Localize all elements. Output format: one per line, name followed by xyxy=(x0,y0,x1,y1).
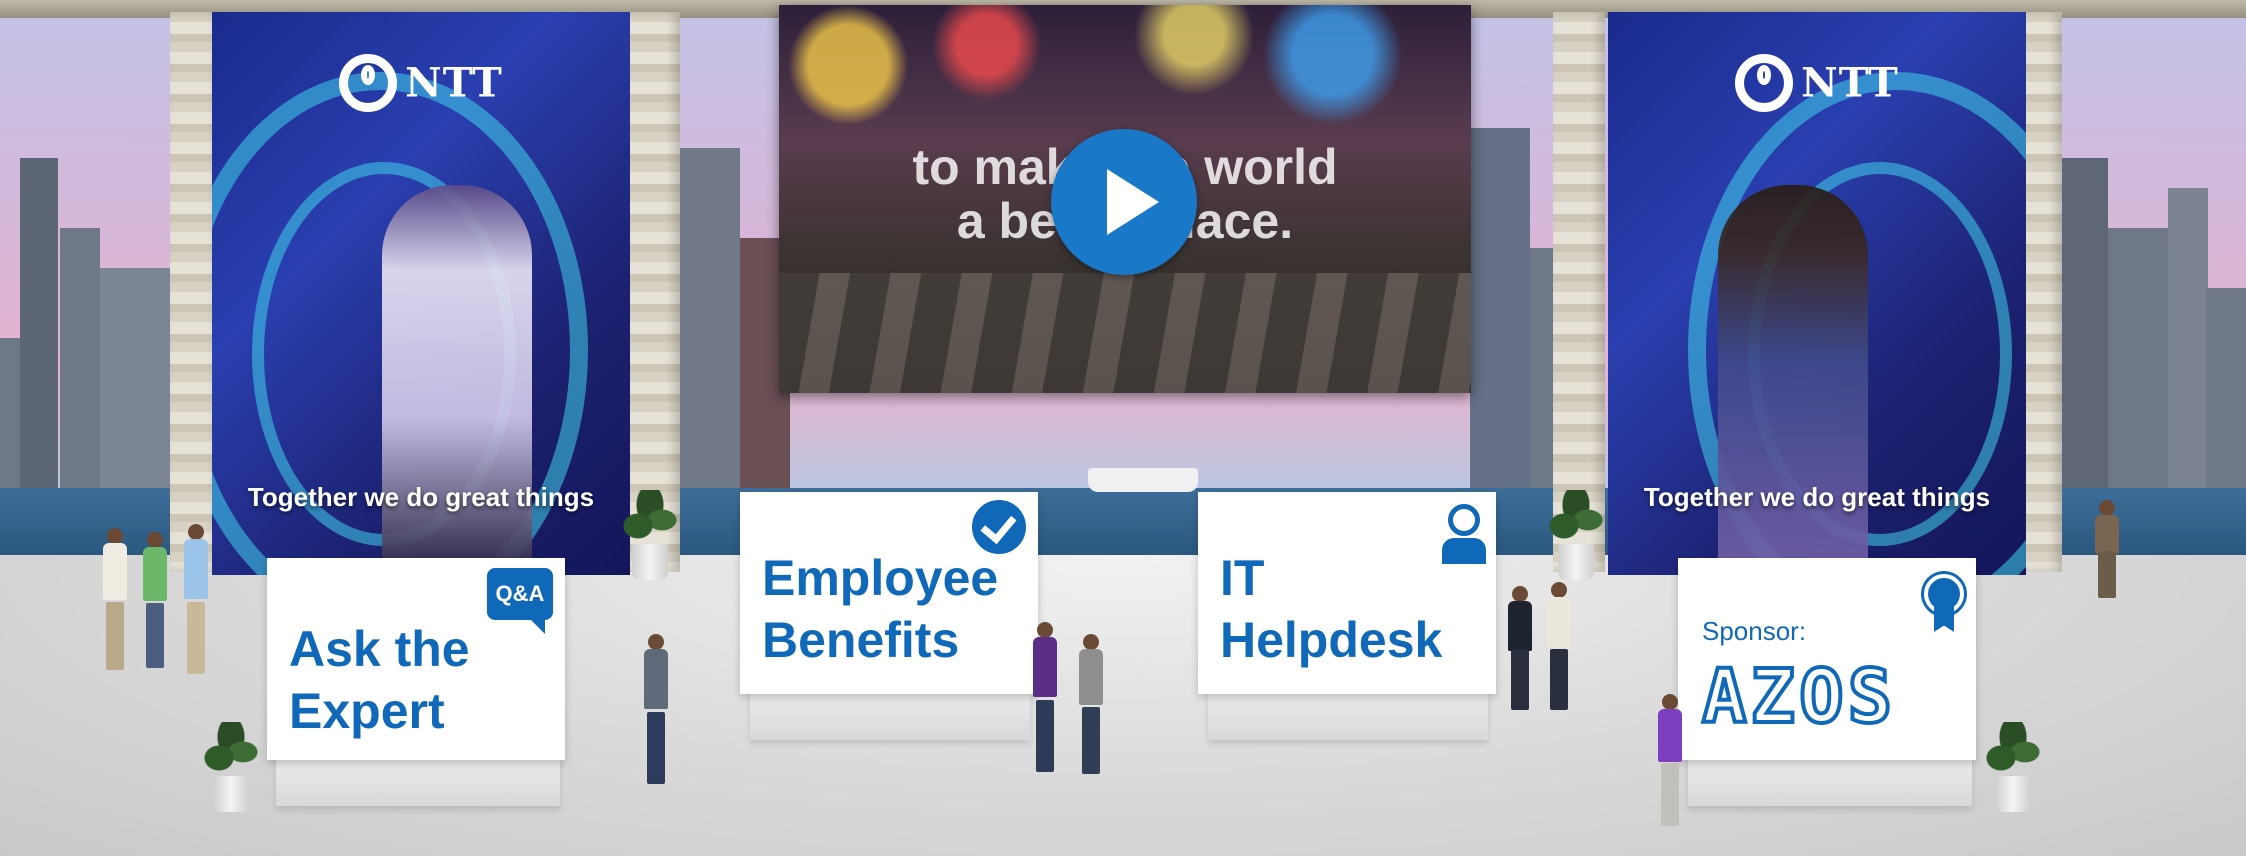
building xyxy=(2206,288,2246,488)
video-street xyxy=(779,273,1471,393)
sign-label-line: Helpdesk xyxy=(1220,612,1443,668)
it-helpdesk-label: IT Helpdesk xyxy=(1220,547,1442,671)
azos-logo: AZOS xyxy=(1700,652,1897,742)
sign-stand xyxy=(1208,690,1488,740)
building xyxy=(2108,228,2168,488)
headset-user-icon-body xyxy=(1442,538,1486,564)
sign-stand xyxy=(276,756,560,806)
employee-benefits-label: Employee Benefits xyxy=(762,547,998,671)
ntt-logo: NTT xyxy=(212,54,630,112)
check-circle-icon xyxy=(972,500,1026,554)
sign-label-line: IT xyxy=(1220,550,1265,606)
potted-plant xyxy=(1978,700,2048,812)
play-button[interactable] xyxy=(1051,129,1197,275)
attendee-figure xyxy=(640,634,672,784)
sign-stand xyxy=(750,690,1030,740)
banner-person xyxy=(1718,185,1868,575)
sign-label-line: Ask the xyxy=(289,621,470,677)
ask-the-expert-sign[interactable]: Q&A Ask the Expert xyxy=(267,558,565,760)
qa-bubble-icon: Q&A xyxy=(487,568,553,634)
potted-plant xyxy=(196,700,266,812)
potted-plant xyxy=(620,490,680,580)
pillar xyxy=(628,12,680,572)
building xyxy=(2168,188,2208,488)
ferry-boat xyxy=(1088,468,1198,492)
ntt-banner-right: NTT Together we do great things xyxy=(1608,12,2026,575)
attendee-figure xyxy=(1030,622,1060,772)
sign-label-line: Expert xyxy=(289,683,445,739)
attendee-figure xyxy=(180,524,212,674)
headset-user-icon xyxy=(1442,504,1486,564)
potted-plant xyxy=(1546,490,1606,580)
it-helpdesk-sign[interactable]: IT Helpdesk xyxy=(1198,492,1496,694)
attendee-figure xyxy=(1506,586,1534,710)
building xyxy=(680,148,740,488)
building xyxy=(100,268,170,488)
banner-tagline: Together we do great things xyxy=(1643,482,1991,512)
sponsor-sign[interactable]: Sponsor: AZOS xyxy=(1678,558,1976,760)
ntt-banner-left: NTT Together we do great things xyxy=(212,12,630,575)
ntt-logo-icon xyxy=(1735,54,1794,112)
banner-person xyxy=(382,185,532,575)
ask-the-expert-label: Ask the Expert xyxy=(289,618,470,742)
video-player[interactable]: to make the world a better place. xyxy=(779,5,1471,393)
sign-stand xyxy=(1688,756,1972,806)
attendee-figure xyxy=(2092,500,2122,598)
banner-tagline: Together we do great things xyxy=(247,482,595,512)
attendee-figure xyxy=(1544,582,1574,710)
sign-label-line: Benefits xyxy=(762,612,960,668)
attendee-figure xyxy=(140,532,170,668)
ntt-logo-icon xyxy=(339,54,398,112)
attendee-figure xyxy=(100,528,130,670)
award-ribbon-icon xyxy=(1924,574,1964,632)
employee-benefits-sign[interactable]: Employee Benefits xyxy=(740,492,1038,694)
sponsor-label: Sponsor: xyxy=(1702,616,1807,646)
building xyxy=(1470,128,1530,488)
award-ribbon-icon-tail xyxy=(1934,606,1954,632)
headset-user-icon-head xyxy=(1448,504,1480,536)
ntt-logo: NTT xyxy=(1608,54,2026,112)
sign-label-line: Employee xyxy=(762,550,999,606)
attendee-figure xyxy=(1652,694,1688,826)
pillar xyxy=(1553,12,1605,572)
building xyxy=(2060,158,2108,488)
attendee-figure xyxy=(1076,634,1106,774)
building xyxy=(60,228,100,488)
building xyxy=(20,158,58,488)
